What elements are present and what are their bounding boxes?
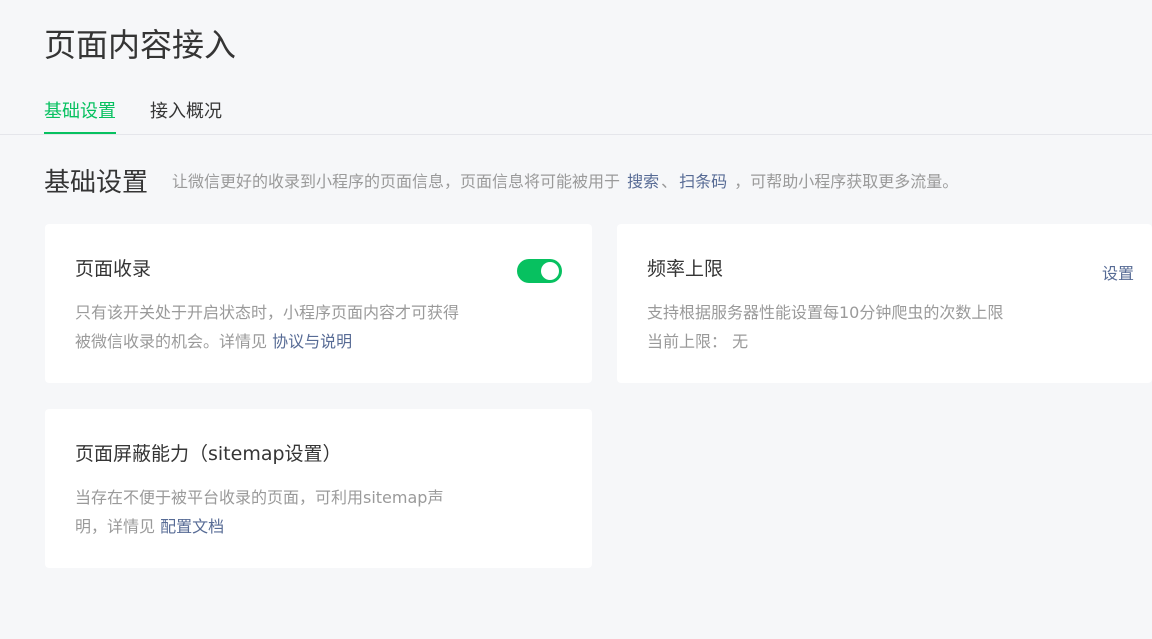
desc-text: 明，详情见	[75, 517, 156, 536]
frequency-limit-card: 频率上限 设置 支持根据服务器性能设置每10分钟爬虫的次数上限 当前上限： 无	[617, 224, 1152, 383]
toggle-knob	[541, 262, 559, 280]
section-desc-prefix: 让微信更好的收录到小程序的页面信息，页面信息将可能被用于	[172, 172, 621, 191]
scan-code-link[interactable]: 扫条码	[679, 172, 727, 191]
sitemap-card: 页面屏蔽能力（sitemap设置） 当存在不便于被平台收录的页面，可利用site…	[45, 409, 592, 568]
desc-line: 当前上限： 无	[647, 327, 1087, 356]
page-indexing-card: 页面收录 只有该开关处于开启状态时，小程序页面内容才可获得 被微信收录的机会。详…	[45, 224, 592, 383]
desc-line: 明，详情见 配置文档	[75, 512, 515, 541]
section-header: 基础设置 让微信更好的收录到小程序的页面信息，页面信息将可能被用于 搜索、扫条码…	[44, 160, 958, 200]
card-title: 频率上限	[647, 258, 724, 280]
tab-bar: 基础设置 接入概况	[0, 92, 1152, 135]
card-description: 当存在不便于被平台收录的页面，可利用sitemap声 明，详情见 配置文档	[75, 483, 515, 541]
tab-access-overview[interactable]: 接入概况	[150, 92, 222, 132]
desc-text: 被微信收录的机会。详情见	[75, 332, 268, 351]
desc-line: 被微信收录的机会。详情见 协议与说明	[75, 327, 515, 356]
limit-label: 当前上限：	[647, 332, 728, 351]
config-doc-link[interactable]: 配置文档	[160, 517, 224, 536]
card-title: 页面收录	[75, 258, 152, 280]
card-description: 只有该开关处于开启状态时，小程序页面内容才可获得 被微信收录的机会。详情见 协议…	[75, 298, 515, 356]
tab-basic-settings[interactable]: 基础设置	[44, 92, 116, 134]
page-indexing-toggle[interactable]	[517, 259, 562, 283]
desc-line: 只有该开关处于开启状态时，小程序页面内容才可获得	[75, 303, 460, 322]
desc-line: 支持根据服务器性能设置每10分钟爬虫的次数上限	[647, 303, 1004, 322]
link-separator: 、	[661, 172, 678, 191]
limit-value: 无	[732, 332, 749, 351]
search-link[interactable]: 搜索	[627, 172, 659, 191]
section-description: 让微信更好的收录到小程序的页面信息，页面信息将可能被用于 搜索、扫条码 ，可帮助…	[172, 168, 958, 192]
frequency-settings-button[interactable]: 设置	[1102, 260, 1134, 284]
desc-line: 当存在不便于被平台收录的页面，可利用sitemap声	[75, 488, 444, 507]
card-description: 支持根据服务器性能设置每10分钟爬虫的次数上限 当前上限： 无	[647, 298, 1087, 356]
section-title: 基础设置	[44, 167, 149, 198]
card-title: 页面屏蔽能力（sitemap设置）	[75, 443, 342, 465]
section-desc-suffix: ，可帮助小程序获取更多流量。	[734, 172, 959, 191]
agreement-link[interactable]: 协议与说明	[272, 332, 352, 351]
page-title: 页面内容接入	[44, 26, 237, 64]
